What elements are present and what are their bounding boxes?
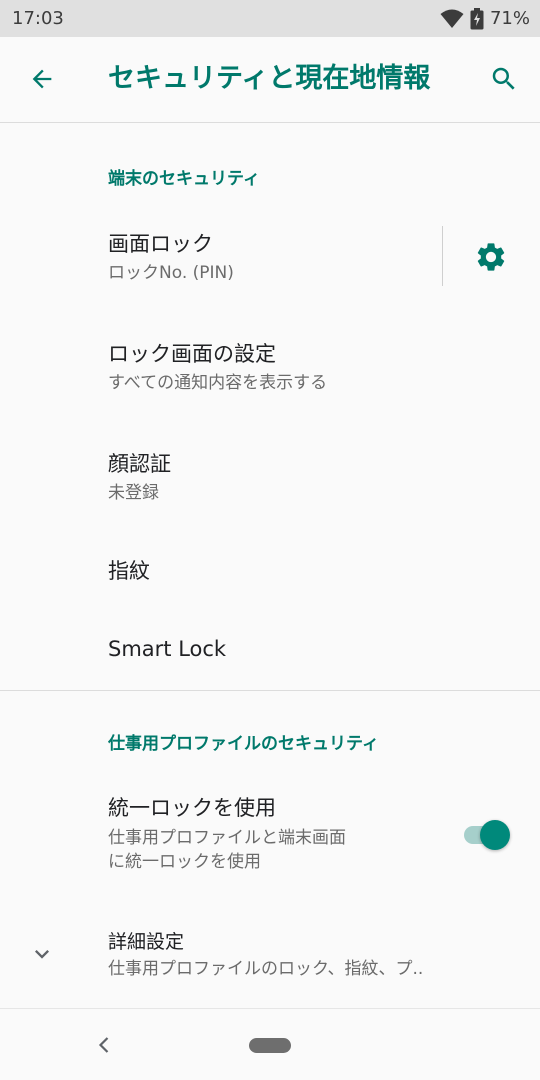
app-toolbar: セキュリティと現在地情報 <box>0 37 540 121</box>
battery-charging-icon <box>470 7 484 29</box>
lock-screen-settings-item[interactable]: ロック画面の設定 すべての通知内容を表示する <box>0 318 540 408</box>
screen-lock-settings-button[interactable] <box>470 236 512 278</box>
section-divider <box>0 690 540 691</box>
screen-lock-item[interactable]: 画面ロック ロックNo. (PIN) <box>0 208 540 298</box>
advanced-settings-title: 詳細設定 <box>108 931 185 953</box>
arrow-left-icon <box>32 69 52 89</box>
unified-lock-title: 統一ロックを使用 <box>108 796 276 820</box>
wifi-icon <box>440 9 464 28</box>
page-title: セキュリティと現在地情報 <box>108 63 431 94</box>
fingerprint-title: 指紋 <box>108 559 150 583</box>
status-icons: 71% <box>440 7 530 30</box>
vertical-divider <box>442 226 443 286</box>
unified-lock-summary-line1: 仕事用プロファイルと端末画面 <box>108 828 346 848</box>
gear-icon <box>477 243 505 271</box>
system-nav-bar <box>0 1008 540 1080</box>
screen-lock-title: 画面ロック <box>108 232 213 256</box>
section-header-work-profile-security: 仕事用プロファイルのセキュリティ <box>108 734 379 754</box>
advanced-settings-item[interactable]: 詳細設定 仕事用プロファイルのロック、指紋、プ.. <box>0 910 540 1005</box>
chevron-down-icon[interactable] <box>28 940 56 968</box>
unified-lock-toggle[interactable] <box>462 818 514 850</box>
search-button[interactable] <box>484 61 524 97</box>
advanced-settings-summary: 仕事用プロファイルのロック、指紋、プ.. <box>108 959 424 979</box>
toolbar-divider <box>0 122 540 123</box>
lock-screen-settings-title: ロック画面の設定 <box>108 342 276 366</box>
unified-lock-item[interactable]: 統一ロックを使用 仕事用プロファイルと端末画面 に統一ロックを使用 <box>0 775 540 885</box>
search-icon <box>492 67 515 90</box>
back-button[interactable] <box>22 61 62 97</box>
lock-screen-settings-summary: すべての通知内容を表示する <box>108 373 328 393</box>
nav-home-pill[interactable] <box>249 1038 291 1053</box>
status-bar: 17:03 71% <box>0 0 540 37</box>
smart-lock-item[interactable]: Smart Lock <box>0 612 540 690</box>
fingerprint-item[interactable]: 指紋 <box>0 530 540 610</box>
toggle-thumb <box>480 820 510 850</box>
smart-lock-title: Smart Lock <box>108 637 227 661</box>
face-auth-item[interactable]: 顔認証 未登録 <box>0 428 540 518</box>
section-header-device-security: 端末のセキュリティ <box>108 169 260 189</box>
face-auth-summary: 未登録 <box>108 483 159 503</box>
screen-lock-summary: ロックNo. (PIN) <box>108 263 234 283</box>
unified-lock-summary-line2: に統一ロックを使用 <box>108 852 261 872</box>
face-auth-title: 顔認証 <box>108 452 171 476</box>
status-time: 17:03 <box>12 8 64 29</box>
nav-back-icon[interactable] <box>92 1033 116 1057</box>
battery-percent: 71% <box>489 8 530 29</box>
